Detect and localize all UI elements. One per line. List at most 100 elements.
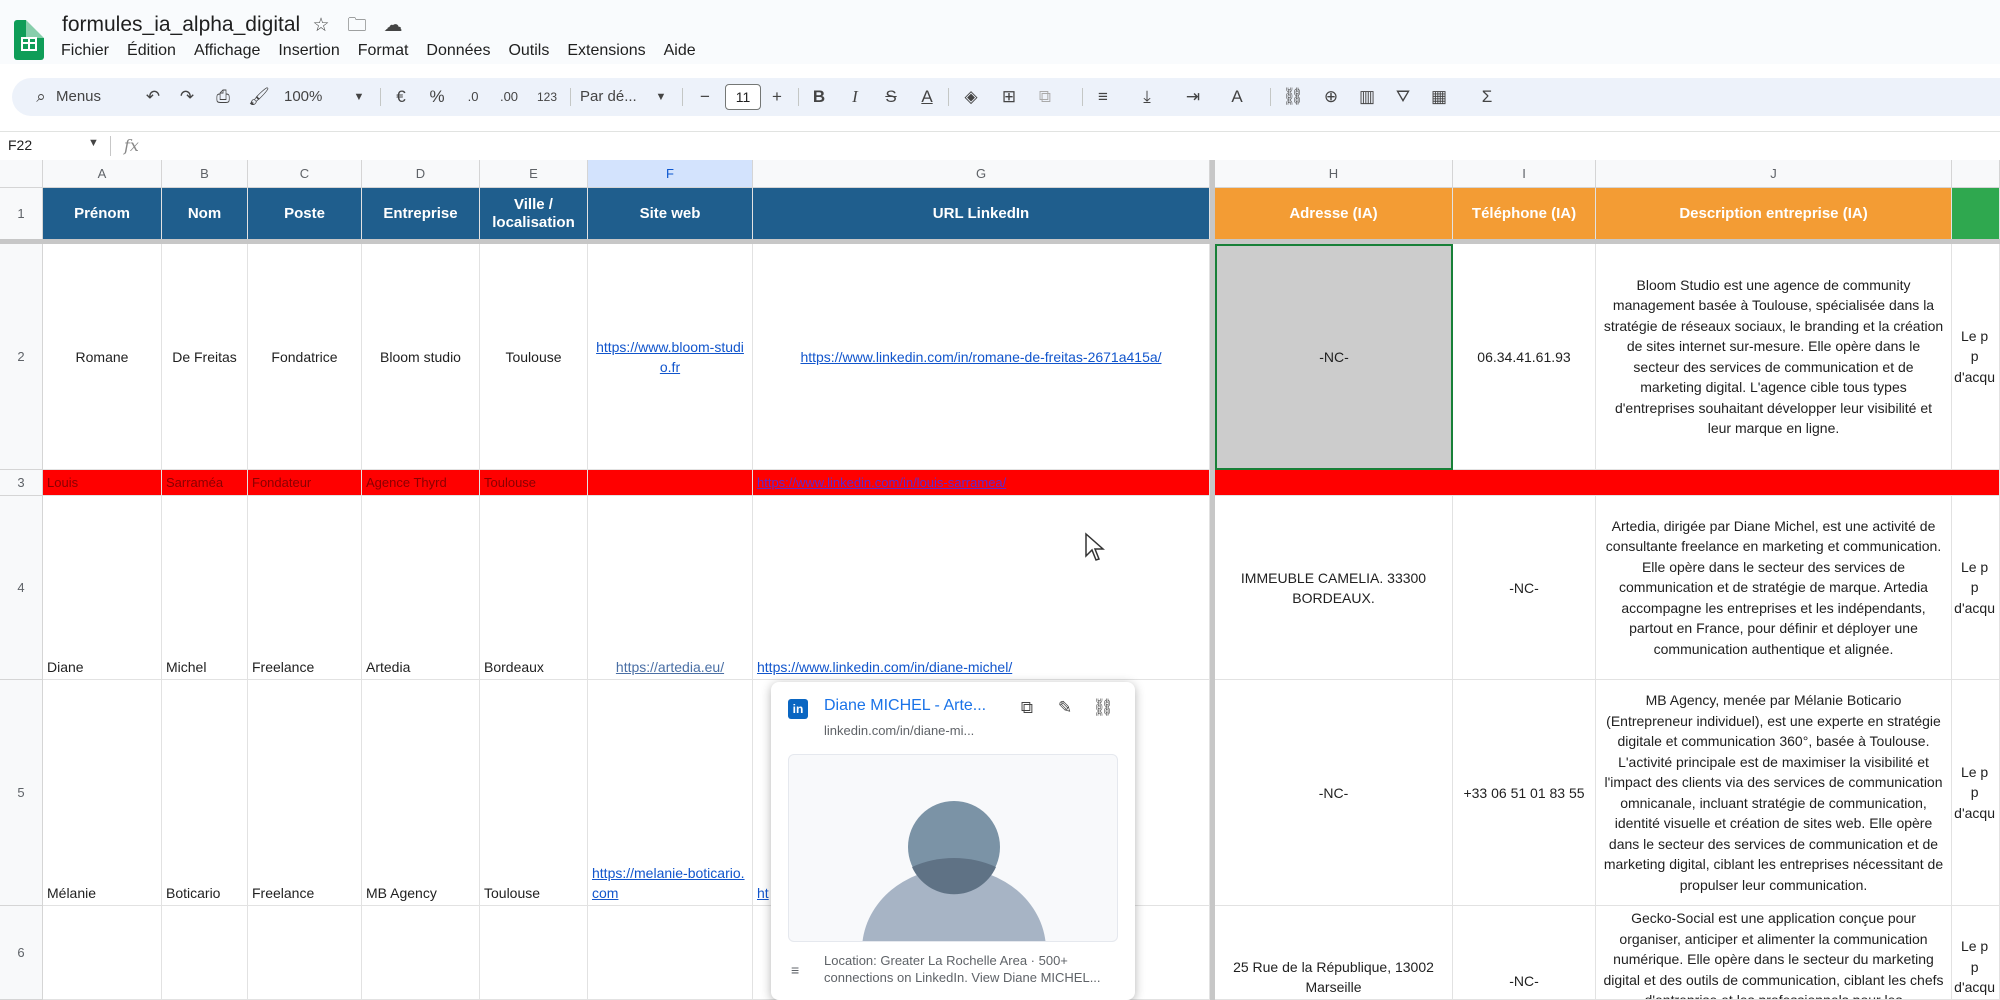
font-select[interactable]: Par dé...: [580, 78, 637, 116]
cell-d2[interactable]: Bloom studio: [362, 244, 480, 470]
menu-format[interactable]: Format: [358, 42, 409, 60]
text-rotation-icon[interactable]: A: [1224, 78, 1250, 116]
cell-j2[interactable]: Bloom Studio est une agence de community…: [1596, 244, 1952, 470]
search-icon[interactable]: ⌕: [28, 78, 54, 116]
menu-extensions[interactable]: Extensions: [567, 42, 645, 60]
bold-button[interactable]: B: [806, 78, 832, 116]
row-header-2[interactable]: 2: [0, 244, 43, 470]
strikethrough-icon[interactable]: S: [878, 78, 904, 116]
menu-edition[interactable]: Édition: [127, 42, 176, 60]
star-icon[interactable]: ☆: [310, 15, 332, 37]
column-header-b[interactable]: B: [162, 160, 248, 188]
fill-color-icon[interactable]: ◈: [958, 78, 984, 116]
percent-button[interactable]: %: [424, 78, 450, 116]
cell-g4[interactable]: https://www.linkedin.com/in/diane-michel…: [753, 496, 1210, 680]
cell-c2[interactable]: Fondatrice: [248, 244, 362, 470]
insert-chart-icon[interactable]: ▥: [1354, 78, 1380, 116]
functions-button[interactable]: Σ: [1474, 78, 1500, 116]
increase-decimal-button[interactable]: .00: [496, 78, 522, 116]
column-header-k[interactable]: [1952, 160, 2000, 188]
header-k[interactable]: [1952, 188, 2000, 240]
row-header-5[interactable]: 5: [0, 680, 43, 906]
linkedin-link[interactable]: https://www.linkedin.com/in/romane-de-fr…: [800, 347, 1161, 367]
column-header-c[interactable]: C: [248, 160, 362, 188]
cell-c5[interactable]: Freelance: [248, 680, 362, 906]
column-header-h[interactable]: H: [1215, 160, 1453, 188]
site-link[interactable]: https://artedia.eu/: [616, 657, 724, 677]
cell-h4[interactable]: IMMEUBLE CAMELIA. 33300 BORDEAUX.: [1215, 496, 1453, 680]
italic-button[interactable]: I: [842, 78, 868, 116]
linkedin-link[interactable]: ht: [757, 883, 769, 903]
menu-fichier[interactable]: Fichier: [61, 42, 109, 60]
cell-b3[interactable]: Sarraméa: [162, 470, 248, 496]
paint-format-icon[interactable]: 🖌: [246, 78, 272, 116]
cell-f4[interactable]: https://artedia.eu/: [588, 496, 753, 680]
menu-insertion[interactable]: Insertion: [278, 42, 339, 60]
text-wrap-icon[interactable]: ⇥: [1180, 78, 1206, 116]
decrease-decimal-button[interactable]: .0: [460, 78, 486, 116]
cell-h2[interactable]: -NC-: [1215, 244, 1453, 470]
menu-outils[interactable]: Outils: [508, 42, 549, 60]
header-poste[interactable]: Poste: [248, 188, 362, 240]
column-header-i[interactable]: I: [1453, 160, 1596, 188]
cloud-status-icon[interactable]: ☁: [382, 15, 404, 37]
cell-a5[interactable]: Mélanie: [43, 680, 162, 906]
cell-h5[interactable]: -NC-: [1215, 680, 1453, 906]
chevron-down-icon[interactable]: ▼: [648, 78, 674, 116]
increase-font-size-icon[interactable]: +: [764, 78, 790, 116]
cell-f5[interactable]: https://melanie-boticario.com: [588, 680, 753, 906]
column-header-j[interactable]: J: [1596, 160, 1952, 188]
text-color-icon[interactable]: A: [914, 78, 940, 116]
cell-a3[interactable]: Louis: [43, 470, 162, 496]
cell-k2[interactable]: Le p p d'acqu: [1952, 244, 2000, 470]
menu-affichage[interactable]: Affichage: [194, 42, 260, 60]
cell-k5[interactable]: Le p p d'acqu: [1952, 680, 2000, 906]
popup-title-link[interactable]: Diane MICHEL - Arte...: [824, 697, 986, 715]
column-header-d[interactable]: D: [362, 160, 480, 188]
cell-j4[interactable]: Artedia, dirigée par Diane Michel, est u…: [1596, 496, 1952, 680]
cell-h3-row-fill[interactable]: [1215, 470, 2000, 496]
frozen-column-divider[interactable]: [1210, 160, 1215, 1000]
cell-c3[interactable]: Fondateur: [248, 470, 362, 496]
redo-icon[interactable]: ↷: [174, 78, 200, 116]
header-entreprise[interactable]: Entreprise: [362, 188, 480, 240]
insert-link-icon[interactable]: ⛓: [1280, 78, 1306, 116]
cell-i6[interactable]: -NC-: [1453, 906, 1596, 1000]
cell-f2[interactable]: https://www.bloom-studio.fr: [588, 244, 753, 470]
sheets-logo-icon[interactable]: [14, 20, 44, 60]
cell-c4[interactable]: Freelance: [248, 496, 362, 680]
cell-i4[interactable]: -NC-: [1453, 496, 1596, 680]
edit-link-icon[interactable]: ✎: [1053, 696, 1077, 720]
cell-d6[interactable]: [362, 906, 480, 1000]
header-prenom[interactable]: Prénom: [43, 188, 162, 240]
column-header-g[interactable]: G: [753, 160, 1210, 188]
menu-donnees[interactable]: Données: [426, 42, 490, 60]
column-header-f[interactable]: F: [588, 160, 753, 188]
filter-icon[interactable]: ⛛: [1390, 78, 1416, 116]
zoom-select[interactable]: 100%: [284, 78, 322, 116]
row-header-4[interactable]: 4: [0, 496, 43, 680]
insert-comment-icon[interactable]: ⊕: [1318, 78, 1344, 116]
cell-b5[interactable]: Boticario: [162, 680, 248, 906]
document-title[interactable]: formules_ia_alpha_digital: [62, 13, 300, 37]
linkedin-link[interactable]: https://www.linkedin.com/in/diane-michel…: [757, 657, 1012, 677]
cell-a2[interactable]: Romane: [43, 244, 162, 470]
cell-g2[interactable]: https://www.linkedin.com/in/romane-de-fr…: [753, 244, 1210, 470]
select-all-corner[interactable]: [0, 160, 43, 188]
decrease-font-size-icon[interactable]: −: [692, 78, 718, 116]
horizontal-align-icon[interactable]: ≡: [1090, 78, 1116, 116]
row-header-6[interactable]: 6: [0, 906, 43, 1000]
cell-j6[interactable]: Gecko-Social est une application conçue …: [1596, 906, 1952, 1000]
vertical-align-icon[interactable]: ⤓: [1134, 78, 1160, 116]
cell-i2[interactable]: 06.34.41.61.93: [1453, 244, 1596, 470]
cell-c6[interactable]: [248, 906, 362, 1000]
header-site-web[interactable]: Site web: [588, 188, 753, 240]
cell-d3[interactable]: Agence Thyrd: [362, 470, 480, 496]
column-header-e[interactable]: E: [480, 160, 588, 188]
cell-e6[interactable]: [480, 906, 588, 1000]
cell-d5[interactable]: MB Agency: [362, 680, 480, 906]
undo-icon[interactable]: ↶: [140, 78, 166, 116]
cell-b6[interactable]: [162, 906, 248, 1000]
cell-k6[interactable]: Le p p d'acqu: [1952, 906, 2000, 1000]
column-header-a[interactable]: A: [43, 160, 162, 188]
